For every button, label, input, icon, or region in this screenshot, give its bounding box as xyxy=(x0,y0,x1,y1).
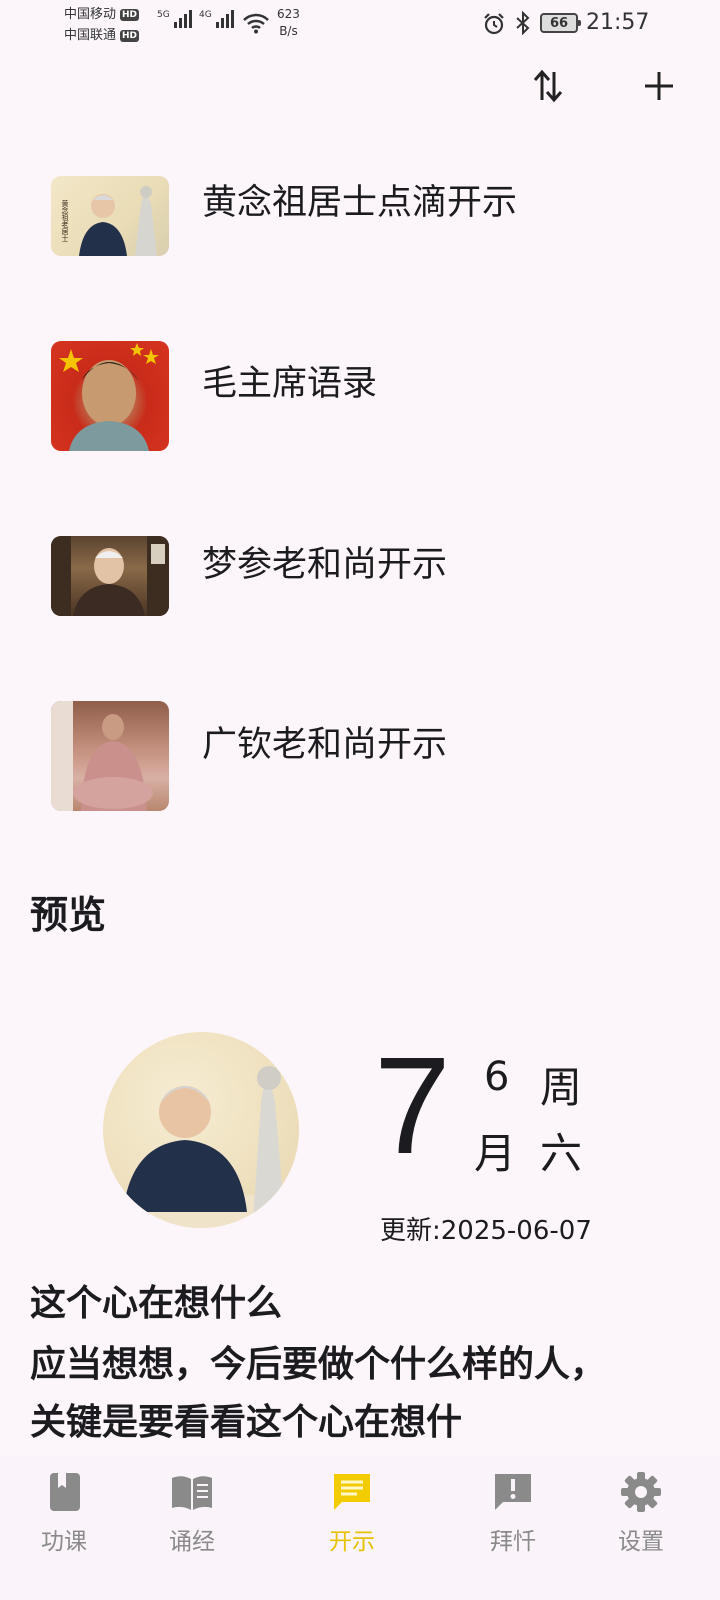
preview-weekday-label: 周 xyxy=(540,1063,583,1112)
nav-label: 拜忏 xyxy=(490,1529,536,1555)
thumb-caption: 黄念祖老居士 xyxy=(61,199,69,242)
list-item-huang[interactable]: 黄念祖老居士 黄念祖居士点滴开示 xyxy=(0,140,720,290)
preview-avatar xyxy=(103,1032,299,1228)
list-item-title: 黄念祖居士点滴开示 xyxy=(202,183,518,223)
preview-quote-body: 应当想想，今后要做个什么样的人，关键是要看看这个心在想什 xyxy=(30,1344,607,1443)
nav-item-kaishi[interactable]: 开示 xyxy=(297,1470,407,1556)
nav-label: 设置 xyxy=(618,1529,664,1555)
nav-item-songjing[interactable]: 诵经 xyxy=(137,1470,247,1556)
message-icon xyxy=(334,1474,370,1510)
add-button[interactable] xyxy=(636,62,682,110)
guangqin-thumbnail xyxy=(51,701,169,811)
list-item-mengcan[interactable]: 梦参老和尚开示 xyxy=(0,500,720,650)
clock: 21:57 xyxy=(586,10,650,35)
gear-icon xyxy=(621,1472,661,1512)
preview-weekday-value: 六 xyxy=(540,1129,583,1178)
mao-thumbnail xyxy=(51,341,169,451)
wifi-icon xyxy=(243,13,269,34)
carrier-info: 中国移动 HD 中国联通 HD xyxy=(64,4,140,46)
network-speed: 623 B/s xyxy=(277,7,300,38)
nav-item-baichan[interactable]: 拜忏 xyxy=(458,1470,568,1556)
preview-day: 7 xyxy=(374,1029,451,1183)
preview-month-label: 月 xyxy=(474,1129,517,1178)
nav-item-shezhi[interactable]: 设置 xyxy=(586,1470,696,1556)
preview-quote-title: 这个心在想什么 xyxy=(30,1283,283,1324)
list-item-mao[interactable]: 毛主席语录 xyxy=(0,320,720,470)
nav-label: 诵经 xyxy=(169,1529,215,1555)
battery-indicator: 66 xyxy=(540,13,581,33)
alarm-icon xyxy=(484,13,504,35)
carrier-1: 中国移动 xyxy=(64,7,117,22)
bottom-navigation: 功课 诵经 开示 拜忏 设置 xyxy=(0,1456,720,1600)
hd-badge: HD xyxy=(120,8,140,21)
list-item-guangqin[interactable]: 广钦老和尚开示 xyxy=(0,680,720,830)
open-book-icon xyxy=(172,1476,212,1510)
preview-section-title: 预览 xyxy=(30,893,107,937)
preview-month-number: 6 xyxy=(484,1054,510,1100)
sort-button[interactable] xyxy=(526,62,570,110)
list-item-title: 广钦老和尚开示 xyxy=(202,725,448,765)
hd-badge: HD xyxy=(120,29,140,42)
preview-updated-date: 更新:2025-06-07 xyxy=(380,1216,592,1246)
nav-label: 功课 xyxy=(41,1529,87,1555)
signal-4g-icon: 4G xyxy=(199,10,234,28)
bluetooth-icon xyxy=(516,11,530,35)
nav-item-gongke[interactable]: 功课 xyxy=(9,1470,119,1556)
plus-icon xyxy=(645,72,673,100)
alert-message-icon xyxy=(495,1474,531,1510)
status-bar: 中国移动 HD 中国联通 HD 5G 4G 623 B/s 66 21:57 xyxy=(0,0,720,48)
huang-thumbnail: 黄念祖老居士 xyxy=(51,176,169,256)
list-item-title: 梦参老和尚开示 xyxy=(202,545,448,585)
list-item-title: 毛主席语录 xyxy=(202,364,378,404)
bookmark-book-icon xyxy=(50,1473,80,1511)
mengcan-thumbnail xyxy=(51,536,169,616)
signal-5g-icon: 5G xyxy=(157,10,192,28)
swap-vertical-icon xyxy=(533,69,563,103)
nav-label: 开示 xyxy=(329,1529,375,1555)
carrier-2: 中国联通 xyxy=(64,28,117,43)
